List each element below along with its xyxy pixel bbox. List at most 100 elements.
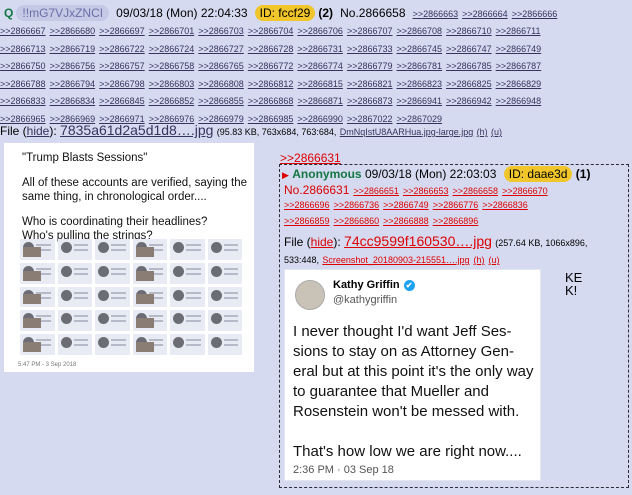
reply-link[interactable]: >>2866710 bbox=[446, 26, 492, 36]
reply-link[interactable]: >>2866772 bbox=[248, 61, 294, 71]
reply-link[interactable]: >>2866788 bbox=[0, 79, 46, 89]
reply-link[interactable]: >>2866803 bbox=[149, 79, 195, 89]
reply-link[interactable]: >>2866713 bbox=[0, 44, 46, 54]
reply-link[interactable]: >>2866948 bbox=[496, 96, 542, 106]
reply-link[interactable]: >>2866745 bbox=[397, 44, 443, 54]
reply-link[interactable]: >>2866765 bbox=[198, 61, 244, 71]
reply-link[interactable]: >>2866798 bbox=[99, 79, 145, 89]
reply-link[interactable]: >>2866731 bbox=[297, 44, 343, 54]
reply-link[interactable]: >>2866942 bbox=[446, 96, 492, 106]
file-h-link[interactable]: (h) bbox=[474, 255, 485, 265]
reply-link[interactable]: >>2866834 bbox=[50, 96, 96, 106]
file-h-link[interactable]: (h) bbox=[477, 127, 488, 137]
reply-link[interactable]: >>2866724 bbox=[149, 44, 195, 54]
reply-link[interactable]: >>2866651 bbox=[353, 186, 399, 196]
reply-link[interactable]: >>2866845 bbox=[99, 96, 145, 106]
reply-link[interactable]: >>2866719 bbox=[50, 44, 96, 54]
reply-link[interactable]: >>2866711 bbox=[496, 26, 541, 36]
reply-link[interactable]: >>2866787 bbox=[496, 61, 542, 71]
reply-link[interactable]: >>2866703 bbox=[198, 26, 244, 36]
tweet-image[interactable]: Kathy Griffin ✔ @kathygriffin I never tho… bbox=[284, 269, 541, 481]
reply-link[interactable]: >>2866663 bbox=[413, 9, 459, 19]
reply-link[interactable]: >>2866829 bbox=[496, 79, 542, 89]
reply-link[interactable]: >>2866658 bbox=[453, 186, 499, 196]
reply-link[interactable]: >>2866855 bbox=[198, 96, 244, 106]
reply-link[interactable]: >>2866776 bbox=[433, 200, 479, 210]
reply-link[interactable]: >>2866756 bbox=[50, 61, 96, 71]
reply-link[interactable]: >>2866836 bbox=[482, 200, 528, 210]
reply-link[interactable]: >>2866750 bbox=[0, 61, 46, 71]
reply-number[interactable]: No.2866631 bbox=[284, 183, 349, 197]
reply-link[interactable]: >>2866873 bbox=[347, 96, 393, 106]
reply-link[interactable]: >>2866680 bbox=[50, 26, 96, 36]
reply-link[interactable]: >>2866815 bbox=[297, 79, 343, 89]
tweet-thumbnail bbox=[20, 310, 55, 332]
reply-link[interactable]: >>2866701 bbox=[149, 26, 195, 36]
file-u-link[interactable]: (u) bbox=[489, 255, 500, 265]
hide-link[interactable]: hide bbox=[311, 235, 334, 249]
reply-link[interactable]: >>2866666 bbox=[512, 9, 558, 19]
photo-thumbnail bbox=[23, 246, 41, 257]
reply-link[interactable]: >>2866781 bbox=[397, 61, 443, 71]
divider bbox=[223, 272, 238, 275]
reply-link[interactable]: >>2866749 bbox=[383, 200, 429, 210]
reply-link[interactable]: >>2866860 bbox=[334, 216, 380, 226]
reply-link[interactable]: >>2866779 bbox=[347, 61, 393, 71]
reply-link[interactable]: >>2866749 bbox=[496, 44, 542, 54]
poster-id-badge[interactable]: ID: fccf29 bbox=[254, 5, 316, 21]
reply-link[interactable]: >>2866727 bbox=[198, 44, 244, 54]
file-u-link[interactable]: (u) bbox=[491, 127, 502, 137]
reply-link[interactable]: >>2866774 bbox=[297, 61, 343, 71]
divider bbox=[186, 344, 201, 347]
divider bbox=[111, 267, 126, 270]
reply-link[interactable]: >>2866825 bbox=[446, 79, 492, 89]
reply-link[interactable]: >>2866821 bbox=[347, 79, 393, 89]
reply-link[interactable]: >>2866808 bbox=[198, 79, 244, 89]
file-name-link[interactable]: 74cc9599f160530….jpg bbox=[344, 233, 492, 249]
reply-link[interactable]: >>2866653 bbox=[403, 186, 449, 196]
reply-link[interactable]: >>2866785 bbox=[446, 61, 492, 71]
tweet-thumbnail bbox=[95, 310, 130, 332]
reply-link[interactable]: >>2866722 bbox=[99, 44, 145, 54]
reply-link[interactable]: >>2866728 bbox=[248, 44, 294, 54]
reply-link[interactable]: >>2866941 bbox=[397, 96, 443, 106]
tweet-thumbnail bbox=[57, 262, 92, 284]
reply-link[interactable]: >>2866667 bbox=[0, 26, 46, 36]
tweet-thumbnail bbox=[170, 310, 205, 332]
reply-link[interactable]: >>2866736 bbox=[334, 200, 380, 210]
reply-link[interactable]: >>2866670 bbox=[502, 186, 548, 196]
hide-link[interactable]: hide bbox=[27, 124, 50, 138]
divider bbox=[148, 267, 163, 270]
reply-link[interactable]: >>2866757 bbox=[99, 61, 145, 71]
reply-link[interactable]: >>2866823 bbox=[397, 79, 443, 89]
reply-link[interactable]: >>2866868 bbox=[248, 96, 294, 106]
reply-link[interactable]: >>2866812 bbox=[248, 79, 294, 89]
post-image[interactable]: "Trump Blasts Sessions" All of these acc… bbox=[4, 143, 254, 372]
reply-comment: KE K! bbox=[565, 271, 582, 297]
reply-link[interactable]: >>2866708 bbox=[397, 26, 443, 36]
reply-link[interactable]: >>2866859 bbox=[284, 216, 330, 226]
reply-link[interactable]: >>2866852 bbox=[149, 96, 195, 106]
reply-link[interactable]: >>2866706 bbox=[297, 26, 343, 36]
file-original-name[interactable]: DmNqIstU8AARHua.jpg-large.jpg bbox=[340, 127, 474, 137]
reply-link[interactable]: >>2866696 bbox=[284, 200, 330, 210]
reply-link[interactable]: >>2866733 bbox=[347, 44, 393, 54]
reply-link[interactable]: >>2866664 bbox=[462, 9, 508, 19]
file-original-name[interactable]: Screenshot_20180903-215551….jpg bbox=[322, 255, 469, 265]
reply-id-badge[interactable]: ID: daae3d bbox=[503, 166, 573, 182]
post-datetime: 09/03/18 (Mon) 22:04:33 bbox=[116, 6, 248, 20]
reply-link[interactable]: >>2866747 bbox=[446, 44, 492, 54]
reply-link[interactable]: >>2866794 bbox=[50, 79, 96, 89]
reply-link[interactable]: >>2866697 bbox=[99, 26, 145, 36]
reply-link[interactable]: >>2866758 bbox=[149, 61, 195, 71]
file-name-link[interactable]: 7835a61d2a5d1d8….jpg bbox=[60, 122, 213, 138]
reply-link[interactable]: >>2866704 bbox=[248, 26, 294, 36]
image-text-line: same thing, in chronological order.... bbox=[22, 191, 207, 203]
quoted-post-link[interactable]: >>2866631 bbox=[280, 151, 341, 165]
reply-link[interactable]: >>2866896 bbox=[433, 216, 479, 226]
reply-link[interactable]: >>2866833 bbox=[0, 96, 46, 106]
reply-link[interactable]: >>2866871 bbox=[297, 96, 343, 106]
reply-link[interactable]: >>2866707 bbox=[347, 26, 393, 36]
post-number[interactable]: No.2866658 bbox=[340, 6, 405, 20]
reply-link[interactable]: >>2866888 bbox=[383, 216, 429, 226]
